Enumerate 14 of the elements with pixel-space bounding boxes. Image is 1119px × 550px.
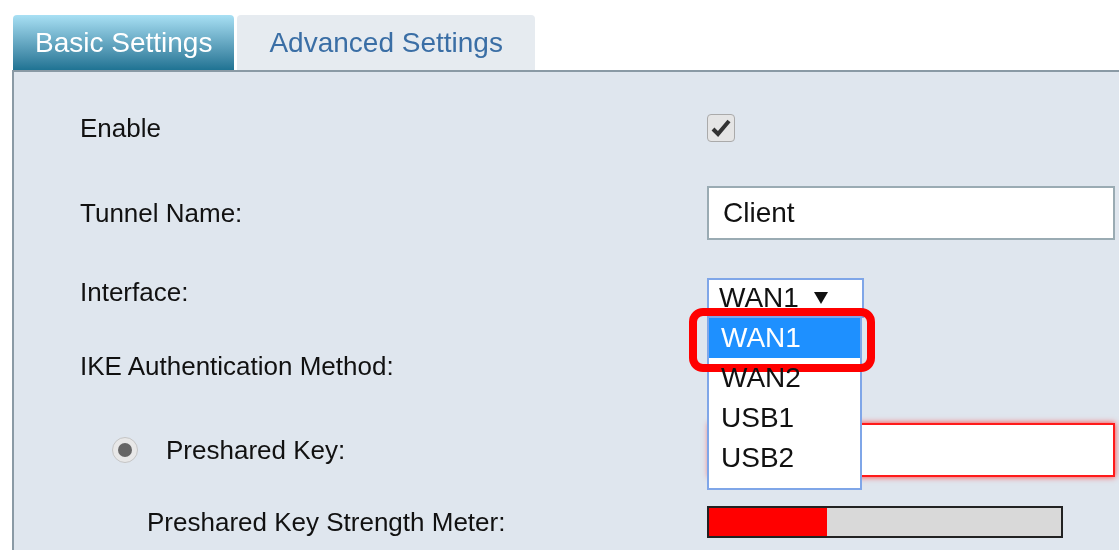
tunnel-name-label: Tunnel Name: <box>80 196 244 230</box>
preshared-key-radio[interactable] <box>112 437 138 463</box>
dropdown-option[interactable]: USB1 <box>709 398 860 438</box>
dropdown-option[interactable]: USB2 <box>709 438 860 478</box>
enable-checkbox[interactable] <box>707 114 735 142</box>
interface-label: Interface: <box>80 275 190 309</box>
checkmark-icon <box>711 119 731 137</box>
enable-label: Enable <box>80 111 162 145</box>
ike-method-label: IKE Authentication Method: <box>80 349 394 383</box>
preshared-key-label: Preshared Key: <box>166 433 347 467</box>
tunnel-name-field[interactable]: Client <box>707 186 1115 240</box>
strength-meter-label: Preshared Key Strength Meter: <box>147 505 507 539</box>
caret-icon <box>812 291 829 305</box>
tab[interactable]: Advanced Settings <box>237 15 535 70</box>
